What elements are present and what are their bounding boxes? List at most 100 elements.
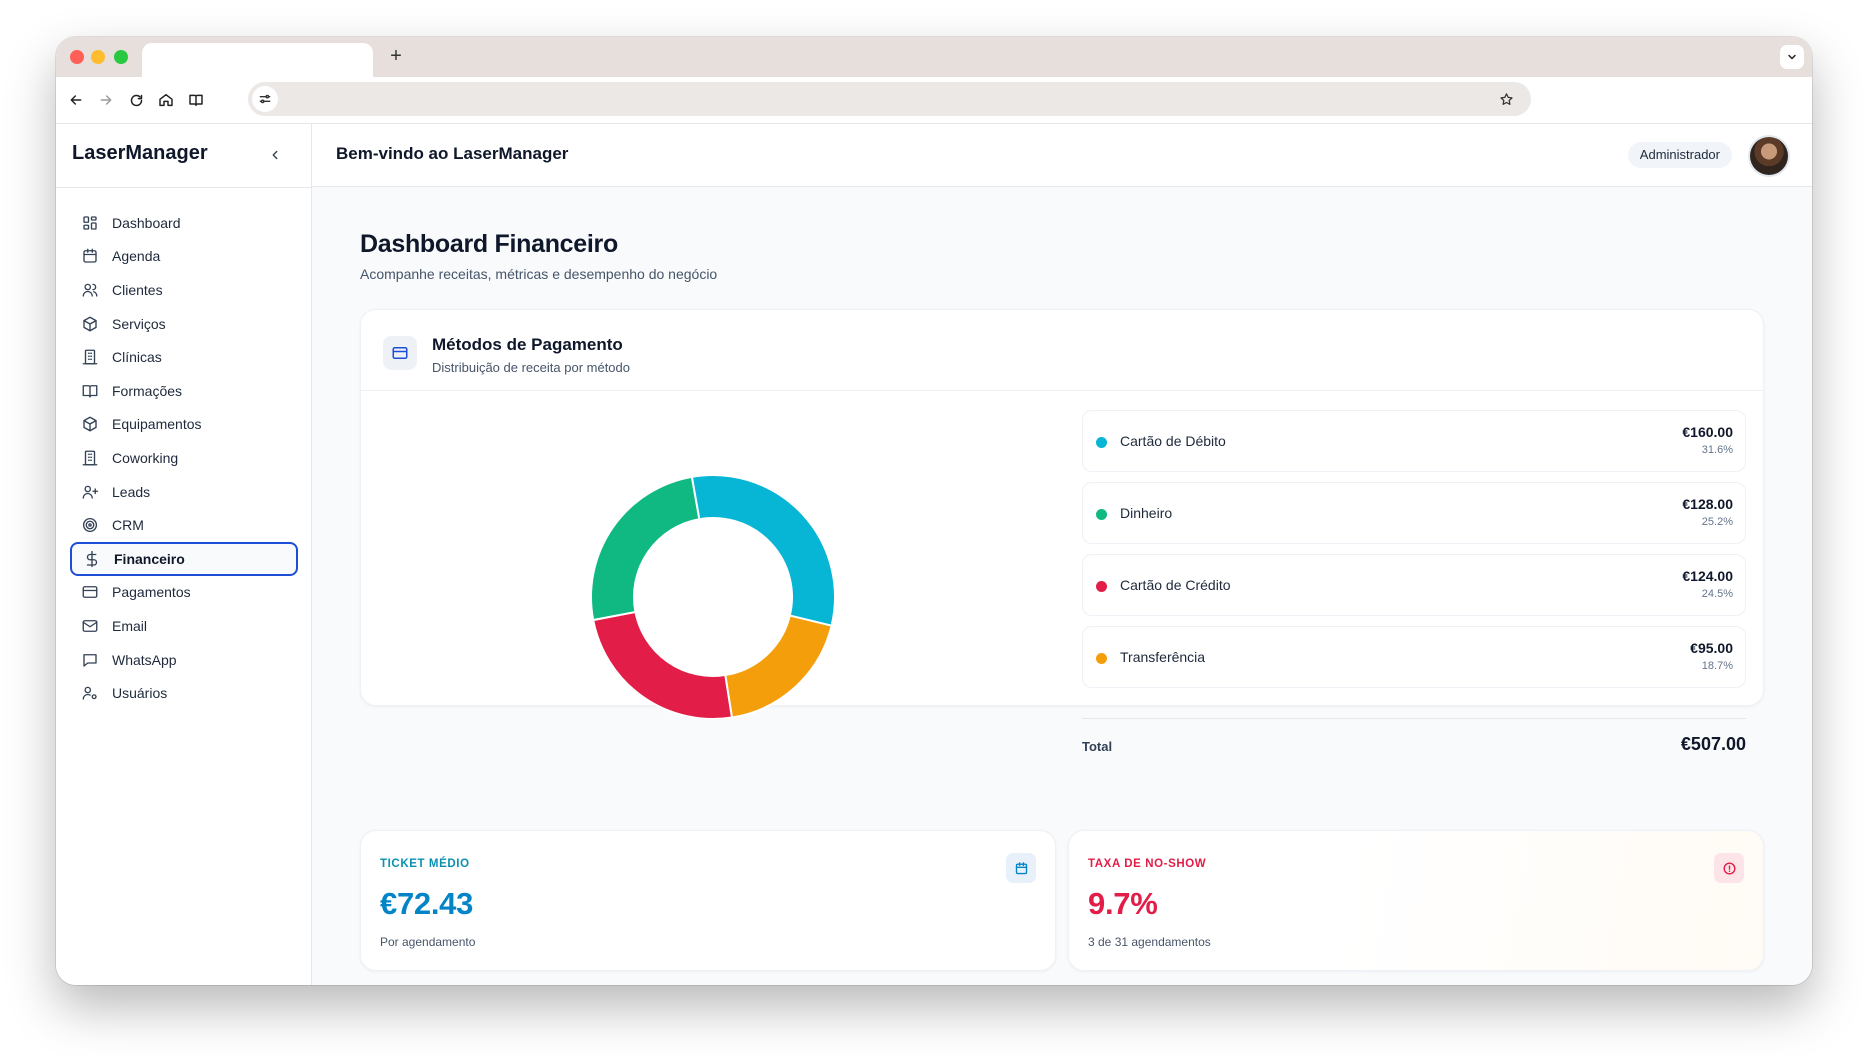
- sidebar-item-equipamentos[interactable]: Equipamentos: [70, 408, 298, 442]
- avatar[interactable]: [1750, 137, 1788, 175]
- no-show-subtitle: 3 de 31 agendamentos: [1088, 935, 1211, 949]
- user-plus-icon: [80, 482, 100, 502]
- reader-mode-button[interactable]: [182, 86, 210, 114]
- new-tab-button[interactable]: +: [383, 43, 409, 69]
- sidebar-item-leads[interactable]: Leads: [70, 475, 298, 509]
- calendar-icon: [1006, 853, 1036, 883]
- back-icon: [70, 95, 82, 105]
- home-icon: [159, 93, 173, 107]
- home-button[interactable]: [152, 86, 180, 114]
- donut-slice-1[interactable]: [591, 475, 701, 622]
- minimize-window-button[interactable]: [91, 50, 105, 64]
- building-icon: [80, 347, 100, 367]
- grid-icon: [80, 213, 100, 233]
- target-icon: [80, 515, 100, 535]
- sidebar-item-label: Clínicas: [112, 349, 162, 366]
- chevron-left-icon: [272, 150, 278, 160]
- forward-button[interactable]: [92, 86, 120, 114]
- sidebar-item-financeiro[interactable]: Financeiro: [70, 541, 298, 576]
- reader-icon: [189, 94, 203, 107]
- mail-icon: [80, 616, 100, 636]
- credit-card-icon: [383, 336, 417, 370]
- users-icon: [80, 280, 100, 300]
- sidebar-item-email[interactable]: Email: [70, 609, 298, 643]
- sidebar-item-formacoes[interactable]: Formações: [70, 374, 298, 408]
- back-button[interactable]: [62, 86, 90, 114]
- legend-percent: 25.2%: [1701, 516, 1733, 528]
- maximize-window-button[interactable]: [114, 50, 128, 64]
- sidebar-item-label: Formações: [112, 382, 183, 399]
- sidebar-item-agenda[interactable]: Agenda: [70, 240, 298, 274]
- payment-methods-header: Métodos de Pagamento Distribuição de rec…: [361, 310, 1763, 391]
- sidebar-item-dashboard[interactable]: Dashboard: [70, 206, 298, 240]
- chevron-down-icon: [1788, 54, 1796, 60]
- box-icon: [80, 414, 100, 434]
- legend-dot: [1096, 581, 1107, 592]
- legend-dot: [1096, 437, 1107, 448]
- legend-item: Dinheiro €128.00 25.2%: [1082, 482, 1746, 544]
- sidebar-item-whatsapp[interactable]: WhatsApp: [70, 643, 298, 677]
- sidebar-item-label: Leads: [112, 483, 151, 500]
- legend-label: Transferência: [1120, 649, 1206, 665]
- dollar-icon: [82, 549, 102, 569]
- sidebar-item-label: WhatsApp: [112, 651, 177, 668]
- legend-percent: 24.5%: [1701, 588, 1733, 600]
- book-icon: [80, 381, 100, 401]
- payment-methods-card: Métodos de Pagamento Distribuição de rec…: [360, 309, 1764, 754]
- ticket-medio-card: TICKET MÉDIO €72.43 Por agendamento: [360, 830, 1056, 971]
- total-label: Total: [1082, 739, 1113, 754]
- total-row: Total €507.00: [1082, 718, 1746, 762]
- legend-item: Cartão de Crédito €124.00 24.5%: [1082, 554, 1746, 616]
- browser-window: + LaserManager Dashboard Agenda Clientes…: [56, 37, 1812, 985]
- address-bar[interactable]: [248, 82, 1531, 116]
- browser-tab[interactable]: [142, 43, 373, 77]
- ticket-medio-subtitle: Por agendamento: [380, 935, 476, 949]
- payment-legend: Cartão de Débito €160.00 31.6% Dinheiro €128…: [1082, 410, 1746, 698]
- close-window-button[interactable]: [70, 50, 84, 64]
- box-icon: [80, 314, 100, 334]
- app-root: LaserManager Dashboard Agenda Clientes Serv…: [56, 123, 1812, 985]
- sidebar-item-usuarios[interactable]: Usuários: [70, 676, 298, 710]
- sidebar-divider: [56, 187, 312, 188]
- tab-menu-button[interactable]: [1780, 45, 1804, 69]
- ticket-medio-label: TICKET MÉDIO: [380, 858, 470, 870]
- brand-logo: LaserManager: [72, 142, 208, 164]
- reload-icon: [130, 94, 142, 106]
- legend-amount: €128.00: [1682, 496, 1733, 512]
- message-icon: [80, 650, 100, 670]
- site-settings-button[interactable]: [252, 86, 278, 112]
- legend-item: Transferência €95.00 18.7%: [1082, 626, 1746, 688]
- bookmark-button[interactable]: [1495, 88, 1517, 110]
- sidebar-item-pagamentos[interactable]: Pagamentos: [70, 576, 298, 610]
- site-settings-icon: [259, 94, 271, 104]
- legend-item: Cartão de Débito €160.00 31.6%: [1082, 410, 1746, 472]
- donut-slice-0[interactable]: [690, 475, 835, 627]
- role-badge[interactable]: Administrador: [1627, 142, 1732, 168]
- legend-amount: €124.00: [1682, 568, 1733, 584]
- donut-slice-3[interactable]: [724, 614, 833, 719]
- sidebar-item-clinicas[interactable]: Clínicas: [70, 340, 298, 374]
- total-value: €507.00: [1680, 734, 1746, 754]
- browser-toolbar: [56, 77, 1812, 123]
- legend-amount: €95.00: [1690, 640, 1733, 656]
- reload-button[interactable]: [122, 86, 150, 114]
- sidebar-item-label: Pagamentos: [112, 584, 191, 601]
- welcome-title: Bem-vindo ao LaserManager: [336, 144, 569, 163]
- collapse-sidebar-button[interactable]: [262, 142, 288, 168]
- bookmark-star-icon: [1499, 92, 1513, 105]
- forward-icon: [100, 95, 112, 105]
- sidebar-item-label: Agenda: [112, 248, 161, 265]
- sidebar-item-coworking[interactable]: Coworking: [70, 441, 298, 475]
- legend-dot: [1096, 653, 1107, 664]
- payment-donut-chart: [591, 475, 835, 719]
- sidebar-item-crm[interactable]: CRM: [70, 508, 298, 542]
- no-show-card: TAXA DE NO-SHOW 9.7% 3 de 31 agendamento…: [1068, 830, 1764, 971]
- sidebar-item-label: Coworking: [112, 449, 179, 466]
- sidebar-item-servicos[interactable]: Serviços: [70, 307, 298, 341]
- donut-slice-2[interactable]: [592, 610, 734, 719]
- sidebar-item-clientes[interactable]: Clientes: [70, 273, 298, 307]
- sidebar-item-label: Clientes: [112, 281, 163, 298]
- building-icon: [80, 448, 100, 468]
- top-header: Bem-vindo ao LaserManager Administrador: [312, 124, 1812, 187]
- payment-methods-title: Métodos de Pagamento: [432, 335, 623, 354]
